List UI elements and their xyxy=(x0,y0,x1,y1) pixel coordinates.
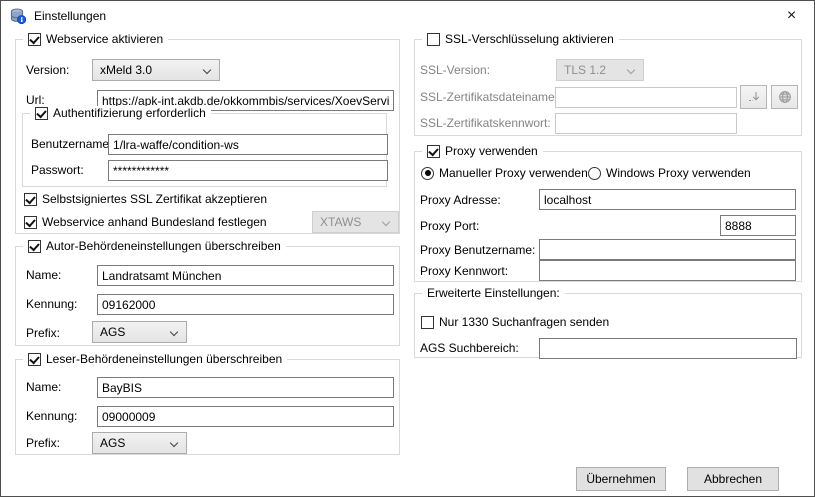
version-label: Version: xyxy=(26,63,69,77)
autor-prefix-label: Prefix: xyxy=(26,326,60,340)
bundesland-checkbox[interactable] xyxy=(24,216,37,229)
group-proxy-title: Proxy verwenden xyxy=(445,144,538,158)
proxy-port-label: Proxy Port: xyxy=(420,219,479,233)
browse-certfile-button[interactable] xyxy=(740,85,767,109)
proxy-address-input[interactable] xyxy=(539,189,796,210)
manual-proxy-label: Manueller Proxy verwenden xyxy=(439,166,588,180)
proxy-checkbox[interactable] xyxy=(427,145,440,158)
chevron-down-icon xyxy=(382,218,391,227)
bundesland-label: Webservice anhand Bundesland festlegen xyxy=(42,215,267,229)
apply-button[interactable]: Übernehmen xyxy=(576,467,666,491)
ssl-version-label: SSL-Version: xyxy=(420,63,490,77)
title-bar: Einstellungen × xyxy=(1,1,814,31)
proxy-username-input[interactable] xyxy=(539,239,796,260)
group-proxy: Proxy verwenden Manueller Proxy verwende… xyxy=(414,151,802,282)
version-dropdown[interactable]: xMeld 3.0 xyxy=(92,59,220,81)
ssl-certfile-input xyxy=(555,87,737,108)
group-leser-title: Leser-Behördeneinstellungen überschreibe… xyxy=(46,352,282,366)
leser-checkbox[interactable] xyxy=(28,353,41,366)
manual-proxy-radio-row[interactable]: Manueller Proxy verwenden xyxy=(421,166,588,180)
close-icon: × xyxy=(787,7,796,25)
proxy-port-input[interactable] xyxy=(720,215,796,236)
proxy-username-label: Proxy Benutzername: xyxy=(420,243,535,257)
leser-name-input[interactable] xyxy=(97,377,394,398)
only1330-checkbox[interactable] xyxy=(421,316,434,329)
autor-kennung-label: Kennung: xyxy=(26,297,77,311)
selfsigned-checkbox[interactable] xyxy=(24,193,37,206)
autor-kennung-input[interactable] xyxy=(97,294,394,315)
webservice-checkbox[interactable] xyxy=(28,33,41,46)
close-button[interactable]: × xyxy=(769,1,814,30)
windows-proxy-radio[interactable] xyxy=(588,167,601,180)
group-advanced-title: Erweiterte Einstellungen: xyxy=(427,286,560,300)
proxy-address-label: Proxy Adresse: xyxy=(420,193,501,207)
group-webservice-title: Webservice aktivieren xyxy=(46,32,163,46)
username-label: Benutzername: xyxy=(31,137,112,151)
autor-name-input[interactable] xyxy=(97,265,394,286)
url-label: Url: xyxy=(26,93,45,107)
ssl-checkbox[interactable] xyxy=(427,33,440,46)
windows-proxy-label: Windows Proxy verwenden xyxy=(606,166,751,180)
auth-checkbox[interactable] xyxy=(35,107,48,120)
import-file-icon xyxy=(747,90,761,104)
group-advanced: Erweiterte Einstellungen: Nur 1330 Sucha… xyxy=(414,293,802,358)
chevron-down-icon xyxy=(627,66,636,75)
selfsigned-label: Selbstsigniertes SSL Zertifikat akzeptie… xyxy=(42,192,267,206)
username-input[interactable] xyxy=(108,134,388,155)
app-database-icon xyxy=(10,8,26,24)
bundesland-dropdown: XTAWS xyxy=(312,211,399,233)
leser-prefix-dropdown[interactable]: AGS xyxy=(92,432,187,454)
only1330-label: Nur 1330 Suchanfragen senden xyxy=(439,315,609,329)
leser-prefix-label: Prefix: xyxy=(26,436,60,450)
ssl-certpwd-label: SSL-Zertifikatskennwort: xyxy=(420,116,551,130)
autor-name-label: Name: xyxy=(26,268,61,282)
autor-checkbox[interactable] xyxy=(28,240,41,253)
window-title: Einstellungen xyxy=(34,9,106,23)
leser-name-label: Name: xyxy=(26,380,61,394)
ssl-version-dropdown: TLS 1.2 xyxy=(556,59,644,81)
password-input[interactable] xyxy=(108,160,388,181)
ssl-certfile-label: SSL-Zertifikatsdateiname: xyxy=(420,90,558,104)
manual-proxy-radio[interactable] xyxy=(421,167,434,180)
proxy-password-label: Proxy Kennwort: xyxy=(420,264,508,278)
group-ssl: SSL-Verschlüsselung aktivieren SSL-Versi… xyxy=(414,39,802,136)
group-ssl-title: SSL-Verschlüsselung aktivieren xyxy=(445,32,614,46)
autor-prefix-dropdown[interactable]: AGS xyxy=(92,321,187,343)
proxy-password-input[interactable] xyxy=(539,260,796,281)
password-label: Passwort: xyxy=(31,163,84,177)
cancel-button[interactable]: Abbrechen xyxy=(687,467,779,491)
group-autor-title: Autor-Behördeneinstellungen überschreibe… xyxy=(46,239,281,253)
group-auth: Authentifizierung erforderlich Benutzern… xyxy=(22,113,387,187)
leser-kennung-label: Kennung: xyxy=(26,409,77,423)
chevron-down-icon xyxy=(203,66,212,75)
group-auth-title: Authentifizierung erforderlich xyxy=(53,106,206,120)
settings-dialog: Einstellungen × Webservice aktivieren Ve… xyxy=(0,0,815,497)
ags-suchbereich-label: AGS Suchbereich: xyxy=(420,341,519,355)
selfsigned-checkbox-row[interactable]: Selbstsigniertes SSL Zertifikat akzeptie… xyxy=(24,192,267,206)
group-leser: Leser-Behördeneinstellungen überschreibe… xyxy=(15,359,400,455)
cert-url-button[interactable] xyxy=(771,85,798,109)
chevron-down-icon xyxy=(170,328,179,337)
group-autor: Autor-Behördeneinstellungen überschreibe… xyxy=(15,246,400,346)
group-webservice: Webservice aktivieren Version: xMeld 3.0… xyxy=(15,39,400,234)
windows-proxy-radio-row[interactable]: Windows Proxy verwenden xyxy=(588,166,751,180)
ssl-certpwd-input xyxy=(555,113,737,134)
leser-kennung-input[interactable] xyxy=(97,406,394,427)
chevron-down-icon xyxy=(170,439,179,448)
ags-suchbereich-input[interactable] xyxy=(539,338,797,359)
only1330-checkbox-row[interactable]: Nur 1330 Suchanfragen senden xyxy=(421,315,609,329)
bundesland-checkbox-row[interactable]: Webservice anhand Bundesland festlegen xyxy=(24,215,267,229)
globe-icon xyxy=(778,90,792,104)
